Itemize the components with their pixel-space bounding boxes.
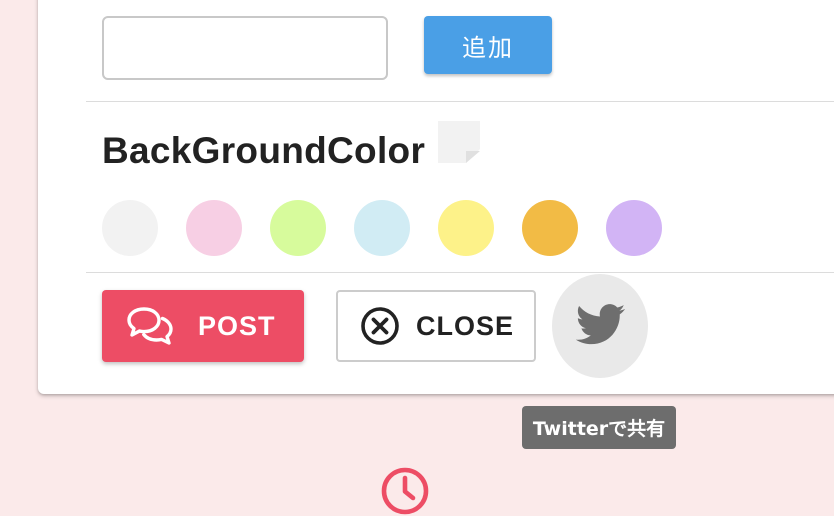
color-swatch-yellow[interactable] (438, 200, 494, 256)
color-swatch-pink[interactable] (186, 200, 242, 256)
close-circle-icon (361, 307, 399, 345)
post-label: POST (198, 311, 276, 341)
tag-input[interactable] (102, 16, 388, 80)
twitter-share-tooltip: Twitterで共有 (522, 406, 676, 449)
color-swatch-orange[interactable] (522, 200, 578, 256)
color-swatch-green[interactable] (270, 200, 326, 256)
post-button[interactable]: POST (102, 290, 304, 362)
color-swatch-purple[interactable] (606, 200, 662, 256)
color-swatch-light-gray[interactable] (102, 200, 158, 256)
divider (86, 272, 834, 273)
background-color-title: BackGroundColor (102, 130, 426, 171)
close-label: CLOSE (416, 311, 515, 341)
chat-bubbles-icon (127, 307, 173, 345)
color-preview-icon (438, 121, 480, 163)
twitter-bird-icon (576, 304, 626, 345)
clock-icon[interactable] (380, 466, 430, 516)
divider (86, 101, 834, 102)
close-button[interactable]: CLOSE (336, 290, 536, 362)
add-button[interactable]: 追加 (424, 16, 552, 74)
color-swatch-light-blue[interactable] (354, 200, 410, 256)
twitter-share-button[interactable] (552, 274, 648, 378)
